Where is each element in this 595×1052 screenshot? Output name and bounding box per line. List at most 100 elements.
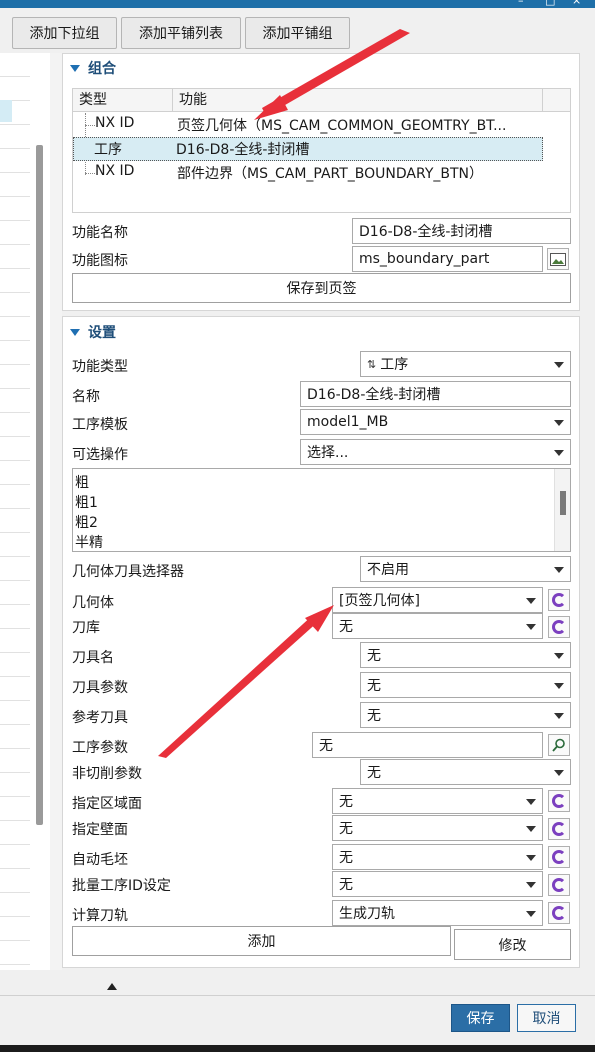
wall-label: 指定壁面 [72, 822, 128, 838]
add-tile-group-button[interactable]: 添加平铺组 [245, 17, 350, 49]
op-template-dropdown[interactable]: model1_MB [300, 409, 571, 435]
geometry-dropdown[interactable]: [页签几何体] [332, 587, 543, 613]
group-section-title: 组合 [88, 61, 116, 77]
list-item[interactable]: 粗 [75, 472, 89, 492]
group-section-header[interactable]: 组合 [70, 58, 116, 78]
function-table[interactable]: 类型 功能 NX ID 页签几何体（MS_CAM_COMMON_GEOMTRY_… [72, 88, 571, 213]
auto-blank-dropdown[interactable]: 无 [332, 844, 543, 870]
wall-dropdown[interactable]: 无 [332, 815, 543, 841]
row-function: 页签几何体（MS_CAM_COMMON_GEOMTRY_BT... [177, 118, 507, 134]
tool-params-dropdown[interactable]: 无 [360, 672, 571, 698]
column-header-function[interactable]: 功能 [173, 89, 543, 112]
chevron-down-icon [554, 653, 564, 659]
refresh-icon[interactable] [548, 589, 570, 611]
chevron-down-icon [554, 770, 564, 776]
geom-tool-selector-dropdown[interactable]: 不启用 [360, 556, 571, 582]
optional-op-label: 可选操作 [72, 447, 128, 463]
taskbar-strip [0, 1045, 595, 1052]
listbox-scrollbar[interactable] [554, 469, 570, 551]
optional-op-listbox[interactable]: 粗 粗1 粗2 半精 [72, 468, 571, 552]
image-picker-icon[interactable] [547, 248, 569, 270]
refresh-icon[interactable] [548, 616, 570, 638]
refresh-icon[interactable] [548, 874, 570, 896]
chevron-down-icon [526, 624, 536, 630]
chevron-down-icon [526, 855, 536, 861]
func-type-value: 工序 [380, 357, 409, 373]
chevron-up-icon[interactable] [107, 983, 117, 990]
operation-icon: ⇅ [367, 357, 377, 371]
chevron-down-icon [554, 683, 564, 689]
refresh-icon[interactable] [548, 818, 570, 840]
modify-button[interactable]: 修改 [454, 929, 571, 960]
name-label: 名称 [72, 389, 100, 405]
optional-op-dropdown[interactable]: 选择... [300, 439, 571, 465]
func-icon-label: 功能图标 [72, 253, 128, 269]
add-dropdown-group-button[interactable]: 添加下拉组 [12, 17, 117, 49]
geom-tool-selector-label: 几何体刀具选择器 [72, 564, 184, 580]
table-row-selected[interactable]: 工序 D16-D8-全线-封闭槽 [73, 137, 543, 161]
collapse-triangle-icon[interactable] [70, 328, 80, 336]
left-scrollbar-thumb[interactable] [36, 145, 43, 825]
func-icon-field[interactable]: ms_boundary_part [352, 246, 543, 272]
chevron-down-icon [526, 598, 536, 604]
tool-lib-dropdown[interactable]: 无 [332, 613, 543, 639]
geometry-value: [页签几何体] [339, 593, 420, 609]
main-scroll-track[interactable] [50, 53, 62, 970]
refresh-icon[interactable] [548, 846, 570, 868]
list-item[interactable]: 半精 [75, 532, 103, 552]
table-header: 类型 功能 [73, 89, 570, 112]
chevron-down-icon [526, 826, 536, 832]
ref-tool-value: 无 [367, 708, 381, 724]
refresh-icon[interactable] [548, 790, 570, 812]
add-button[interactable]: 添加 [72, 926, 451, 956]
refresh-icon[interactable] [548, 902, 570, 924]
left-list-panel[interactable] [0, 53, 52, 970]
chevron-down-icon [526, 882, 536, 888]
ref-tool-dropdown[interactable]: 无 [360, 702, 571, 728]
table-row[interactable]: NX ID 页签几何体（MS_CAM_COMMON_GEOMTRY_BT... [73, 113, 543, 137]
chevron-down-icon [554, 713, 564, 719]
table-row[interactable]: NX ID 部件边界（MS_CAM_PART_BOUNDARY_BTN） [73, 161, 543, 185]
listbox-scrollbar-thumb[interactable] [560, 491, 566, 515]
minimize-icon[interactable]: – [518, 0, 524, 7]
row-function: D16-D8-全线-封闭槽 [176, 142, 310, 158]
name-field[interactable]: D16-D8-全线-封闭槽 [300, 381, 571, 407]
collapse-triangle-icon[interactable] [70, 64, 80, 72]
close-icon[interactable]: × [572, 0, 581, 7]
cancel-button[interactable]: 取消 [517, 1004, 576, 1032]
ref-tool-label: 参考刀具 [72, 710, 128, 726]
calc-path-dropdown[interactable]: 生成刀轨 [332, 900, 543, 926]
wall-value: 无 [339, 821, 353, 837]
tool-lib-value: 无 [339, 619, 353, 635]
chevron-down-icon [554, 450, 564, 456]
cut-area-dropdown[interactable]: 无 [332, 788, 543, 814]
search-icon[interactable] [548, 734, 570, 756]
batch-id-dropdown[interactable]: 无 [332, 871, 543, 897]
noncut-params-dropdown[interactable]: 无 [360, 759, 571, 785]
column-header-type[interactable]: 类型 [73, 89, 173, 112]
row-type: 工序 [94, 142, 122, 158]
chevron-down-icon [554, 567, 564, 573]
calc-path-label: 计算刀轨 [72, 908, 128, 924]
op-template-label: 工序模板 [72, 417, 128, 433]
func-type-dropdown[interactable]: ⇅ 工序 [360, 351, 571, 377]
optional-op-value: 选择... [307, 445, 349, 461]
left-list-selected-row[interactable] [0, 100, 12, 122]
geom-tool-selector-value: 不启用 [367, 562, 409, 578]
left-list-grid [0, 53, 30, 970]
op-params-field[interactable]: 无 [312, 732, 543, 758]
cut-area-label: 指定区域面 [72, 796, 142, 812]
maximize-icon[interactable]: □ [545, 0, 555, 7]
tool-lib-label: 刀库 [72, 620, 100, 636]
func-type-label: 功能类型 [72, 359, 128, 375]
list-item[interactable]: 粗1 [75, 492, 98, 512]
func-name-field[interactable]: D16-D8-全线-封闭槽 [352, 218, 571, 244]
tool-name-dropdown[interactable]: 无 [360, 642, 571, 668]
save-button[interactable]: 保存 [451, 1004, 510, 1032]
list-item[interactable]: 粗2 [75, 512, 98, 532]
add-tile-list-button[interactable]: 添加平铺列表 [121, 17, 241, 49]
window-titlebar [0, 0, 595, 8]
save-to-tab-button[interactable]: 保存到页签 [72, 273, 571, 303]
footer-divider [0, 995, 595, 996]
settings-section-header[interactable]: 设置 [70, 322, 116, 342]
